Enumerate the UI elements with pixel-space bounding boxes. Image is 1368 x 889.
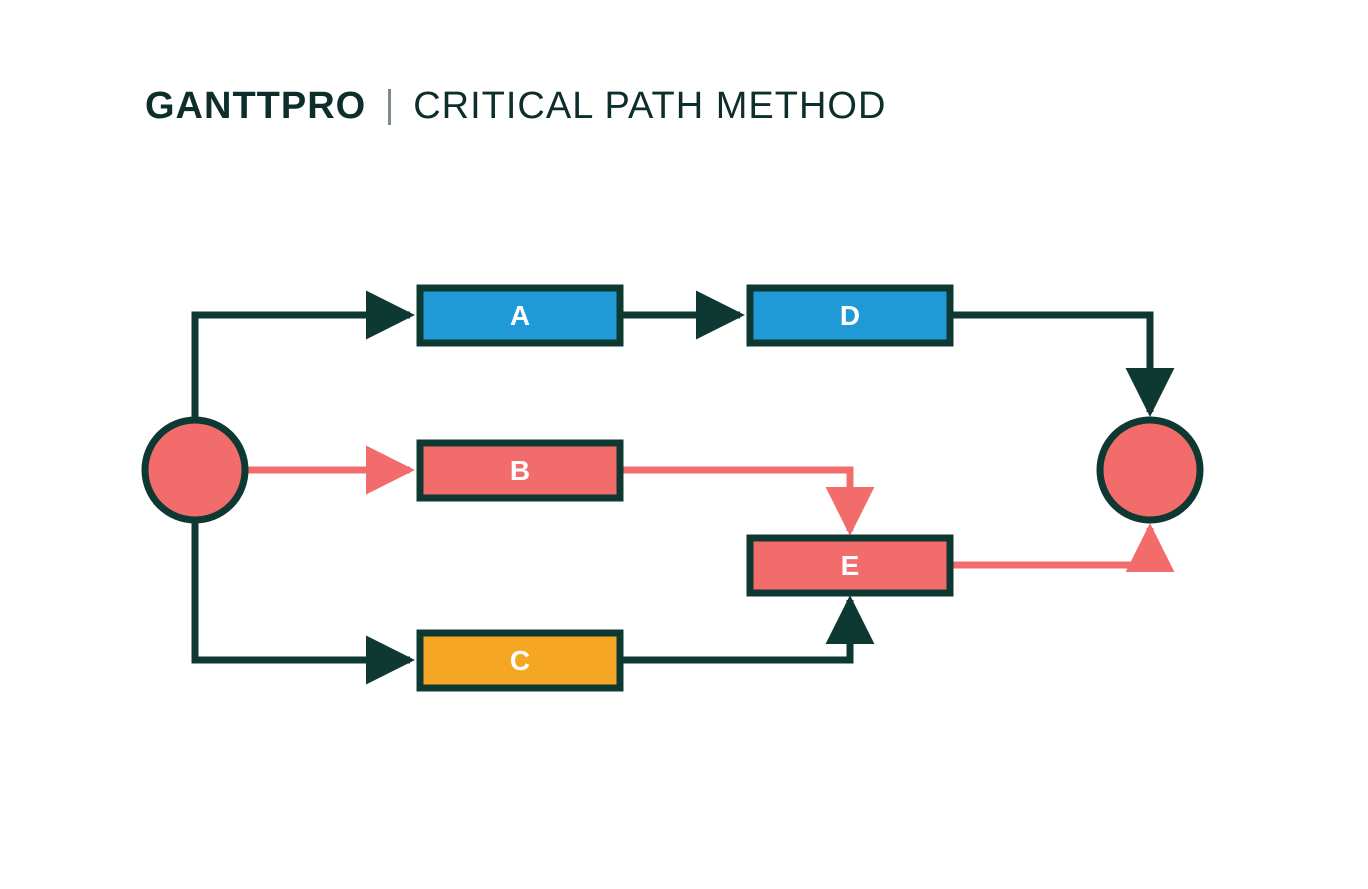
start-node [145,420,245,520]
edge-C-E [620,600,850,660]
edge-B-E [620,470,850,531]
node-A-label: A [510,300,530,331]
node-E-label: E [841,550,860,581]
edge-D-end [950,315,1150,412]
diagram-canvas: GANTTPRO CRITICAL PATH METHOD [0,0,1368,889]
node-D-label: D [840,300,860,331]
flow-diagram: A B C D E [0,0,1368,889]
edge-E-end [950,528,1150,565]
node-B-label: B [510,455,530,486]
node-C-label: C [510,645,530,676]
end-node [1100,420,1200,520]
